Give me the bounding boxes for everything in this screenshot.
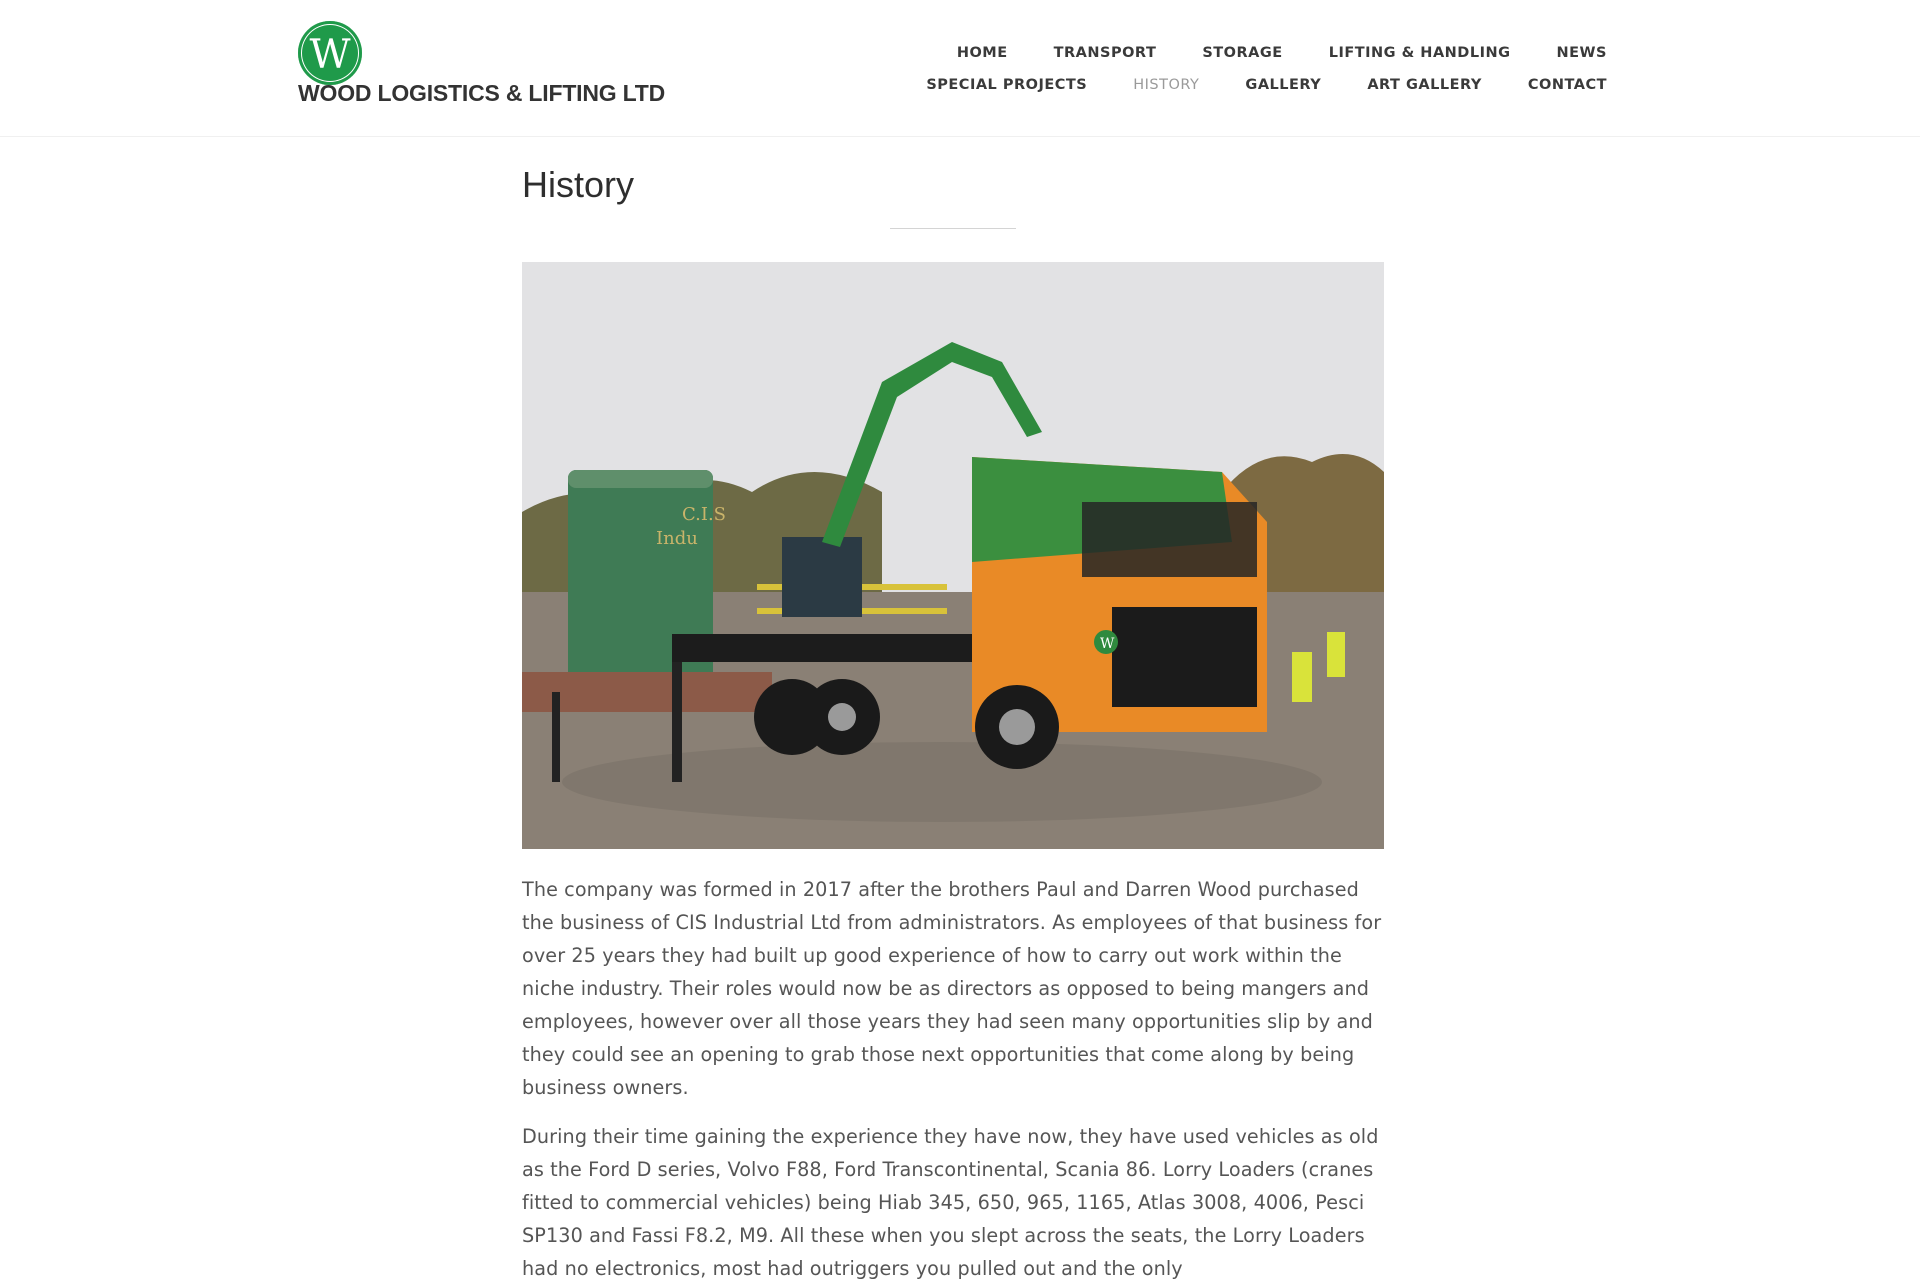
title-divider (890, 228, 1016, 229)
worker (1292, 652, 1312, 702)
nav-special-projects[interactable]: SPECIAL PROJECTS (926, 77, 1087, 93)
worker (1327, 632, 1345, 677)
nav-art-gallery[interactable]: ART GALLERY (1367, 77, 1482, 93)
nav-contact[interactable]: CONTACT (1528, 77, 1607, 93)
tank-text: C.I.S (682, 504, 726, 525)
history-paragraph-1: The company was formed in 2017 after the… (522, 878, 1382, 1099)
site-name[interactable]: WOOD LOGISTICS & LIFTING LTD (298, 80, 665, 107)
main-content: History C.I.S Indu W The company was for… (522, 136, 1384, 1285)
hero-image: C.I.S Indu W (522, 262, 1384, 849)
hero-illustration: C.I.S Indu W (522, 262, 1384, 849)
nav-history[interactable]: HISTORY (1133, 77, 1199, 93)
svg-text:Indu: Indu (656, 528, 698, 549)
nav-lifting-handling[interactable]: LIFTING & HANDLING (1329, 45, 1511, 61)
history-paragraph-2: During their time gaining the experience… (522, 1125, 1379, 1280)
nav-storage[interactable]: STORAGE (1202, 45, 1282, 61)
nav-row-2: SPECIAL PROJECTS HISTORY GALLERY ART GAL… (807, 69, 1607, 101)
logo-letter: W (309, 32, 351, 78)
page-title: History (522, 164, 635, 205)
nav-home[interactable]: HOME (957, 45, 1008, 61)
nav-transport[interactable]: TRANSPORT (1054, 45, 1157, 61)
main-nav: HOME TRANSPORT STORAGE LIFTING & HANDLIN… (807, 37, 1607, 101)
flatbed (672, 634, 1002, 662)
logo-icon[interactable]: W (298, 21, 362, 85)
nav-row-1: HOME TRANSPORT STORAGE LIFTING & HANDLIN… (807, 37, 1607, 69)
svg-text:W: W (1100, 636, 1115, 652)
site-header: W WOOD LOGISTICS & LIFTING LTD HOME TRAN… (0, 0, 1920, 137)
grille (1112, 607, 1257, 707)
nav-news[interactable]: NEWS (1557, 45, 1607, 61)
nav-gallery[interactable]: GALLERY (1245, 77, 1321, 93)
